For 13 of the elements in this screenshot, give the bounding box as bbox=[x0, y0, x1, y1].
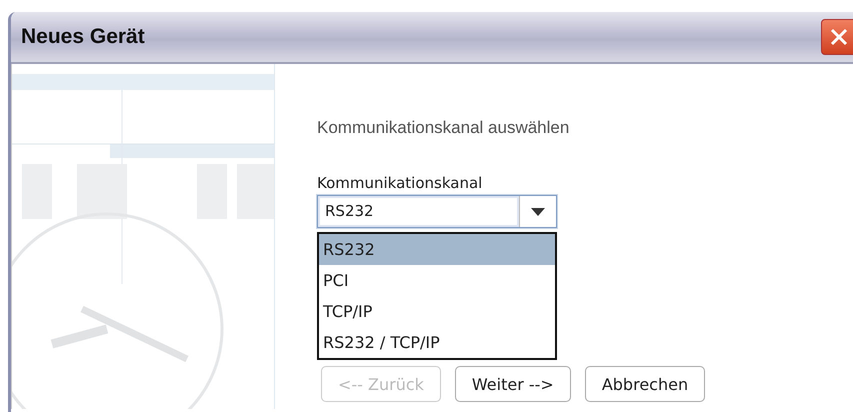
dropdown-option[interactable]: PCI bbox=[319, 265, 555, 296]
close-icon bbox=[828, 26, 850, 48]
channel-dropdown[interactable]: RS232 bbox=[317, 195, 557, 228]
dropdown-option[interactable]: TCP/IP bbox=[319, 296, 555, 327]
window-title: Neues Gerät bbox=[21, 25, 145, 49]
dialog-button[interactable]: Abbrechen bbox=[584, 366, 706, 402]
dialog-button[interactable]: Weiter --> bbox=[454, 366, 571, 402]
dropdown-option[interactable]: RS232 / TCP/IP bbox=[319, 327, 555, 358]
dropdown-option[interactable]: RS232 bbox=[319, 234, 555, 265]
field-label: Kommunikationskanal bbox=[317, 174, 484, 192]
dropdown-caret-icon bbox=[530, 206, 546, 216]
step-heading: Kommunikationskanal auswählen bbox=[317, 118, 570, 138]
close-button[interactable] bbox=[821, 19, 853, 55]
